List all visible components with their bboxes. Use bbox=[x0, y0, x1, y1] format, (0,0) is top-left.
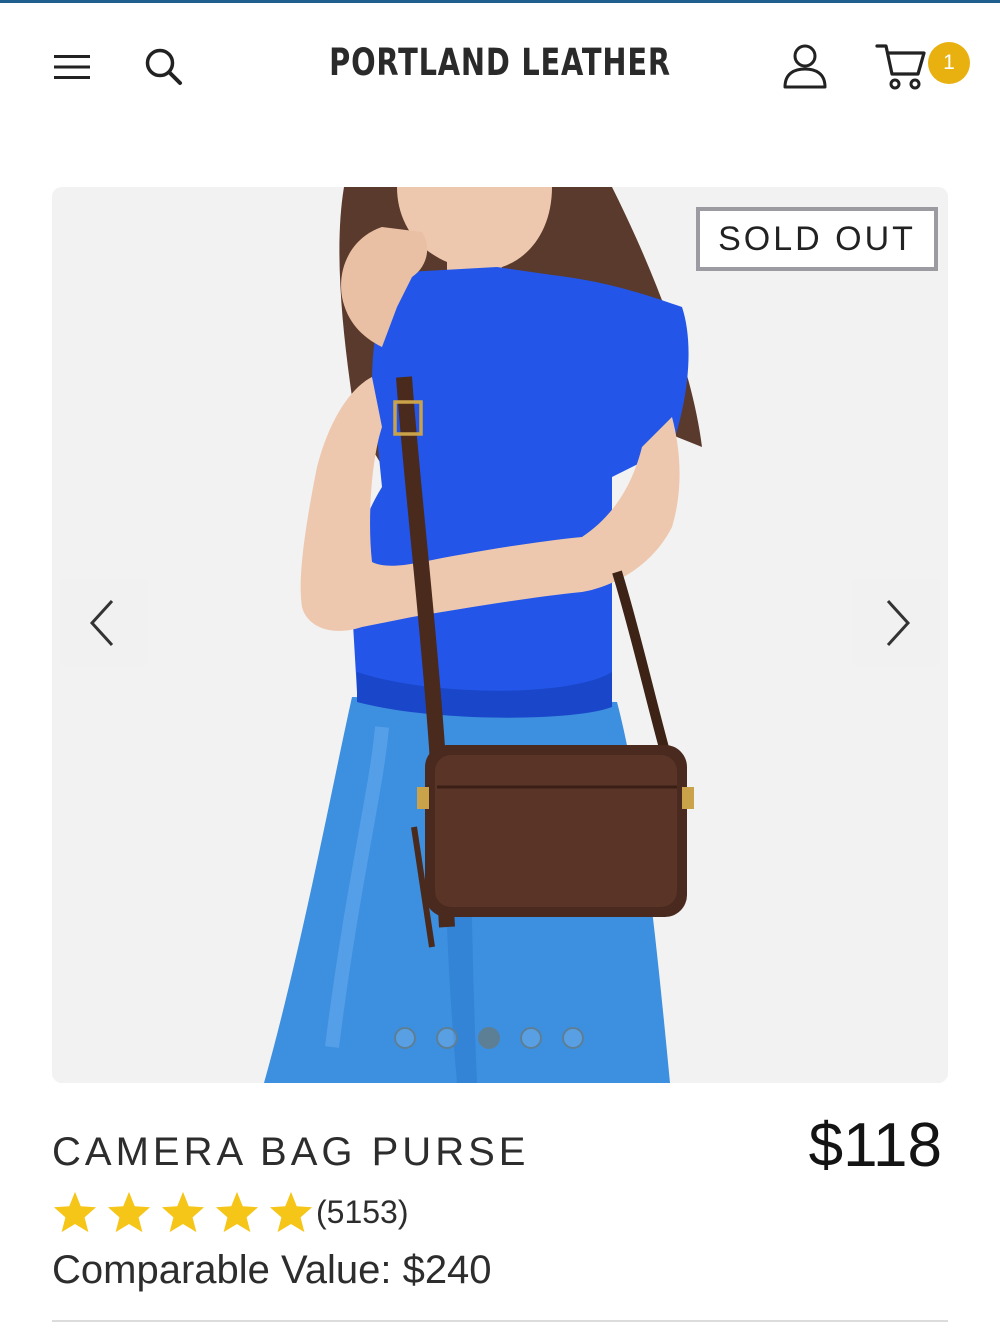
search-button[interactable] bbox=[136, 39, 192, 95]
search-icon bbox=[145, 48, 182, 85]
site-logo[interactable]: PORTLAND LEATHER bbox=[305, 41, 695, 84]
product-photo bbox=[52, 187, 948, 1083]
sold-out-badge: SOLD OUT bbox=[696, 207, 938, 271]
divider bbox=[52, 1320, 948, 1322]
next-image-button[interactable] bbox=[852, 579, 940, 667]
cart-button[interactable] bbox=[866, 35, 936, 97]
gallery-dot[interactable] bbox=[562, 1027, 584, 1049]
star-icon bbox=[269, 1191, 313, 1233]
gallery-dot[interactable] bbox=[394, 1027, 416, 1049]
rating-stars bbox=[52, 1190, 314, 1234]
cart-count-badge: 1 bbox=[928, 42, 970, 84]
star-icon bbox=[107, 1191, 151, 1233]
product-image-gallery[interactable]: SOLD OUT bbox=[52, 187, 948, 1083]
star-icon bbox=[53, 1191, 97, 1233]
chevron-left-icon bbox=[89, 599, 114, 647]
gallery-dot[interactable] bbox=[520, 1027, 542, 1049]
star-icon bbox=[161, 1191, 205, 1233]
site-header: PORTLAND LEATHER 1 bbox=[0, 3, 1000, 123]
review-count[interactable]: (5153) bbox=[316, 1194, 409, 1231]
comparable-value: Comparable Value: $240 bbox=[52, 1248, 492, 1292]
gallery-dot-active[interactable] bbox=[478, 1027, 500, 1049]
product-rating[interactable]: (5153) bbox=[52, 1190, 409, 1234]
product-price: $118 bbox=[808, 1111, 942, 1180]
product-title: CAMERA BAG PURSE bbox=[52, 1130, 530, 1174]
user-icon bbox=[783, 44, 827, 89]
hamburger-menu-icon bbox=[54, 55, 90, 79]
previous-image-button[interactable] bbox=[60, 579, 148, 667]
chevron-right-icon bbox=[886, 599, 911, 647]
account-button[interactable] bbox=[774, 35, 836, 97]
gallery-dot[interactable] bbox=[436, 1027, 458, 1049]
star-icon bbox=[215, 1191, 259, 1233]
gallery-pagination-dots bbox=[394, 1027, 584, 1055]
menu-button[interactable] bbox=[44, 41, 100, 93]
cart-icon bbox=[875, 44, 926, 90]
